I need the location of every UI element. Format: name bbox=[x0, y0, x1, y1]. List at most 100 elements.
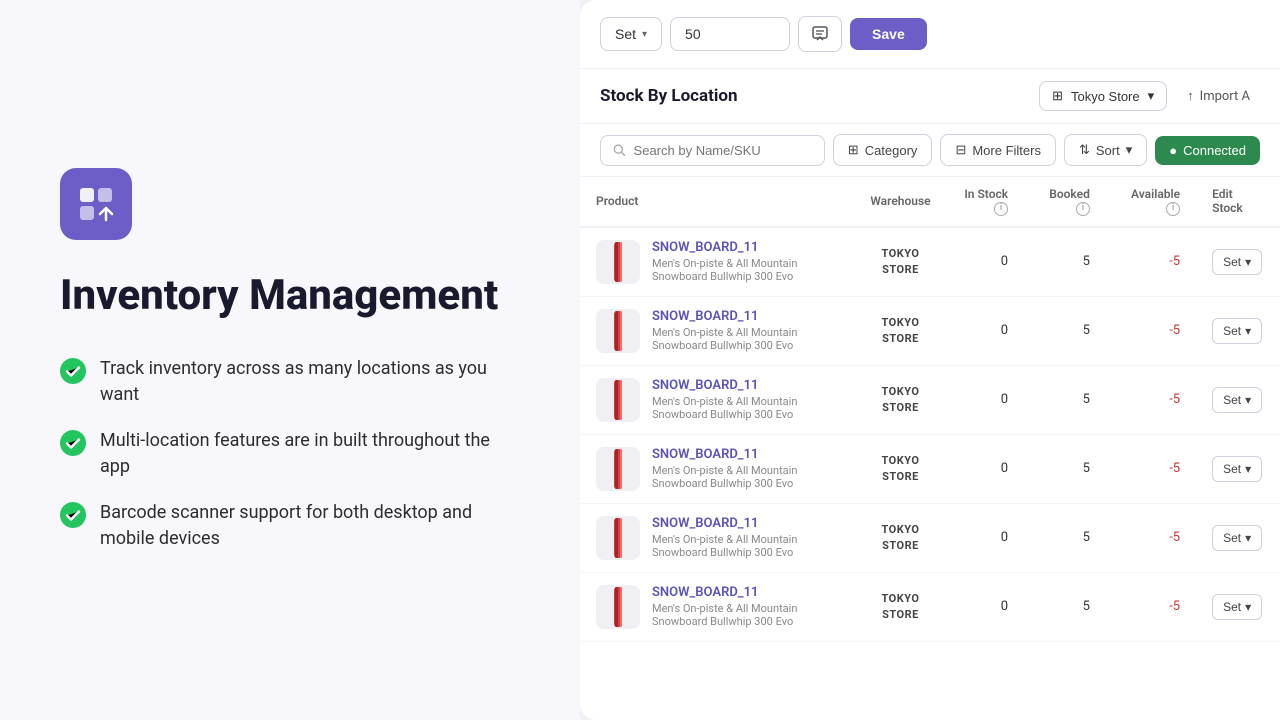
more-filters-button[interactable]: ⊟ More Filters bbox=[940, 134, 1056, 166]
product-name-0: Men's On-piste & All Mountain Snowboard … bbox=[652, 257, 838, 283]
table-row: SNOW_BOARD_11 Men's On-piste & All Mount… bbox=[580, 503, 1280, 572]
product-name-5: Men's On-piste & All Mountain Snowboard … bbox=[652, 602, 838, 628]
cell-in-stock-5: 0 bbox=[947, 572, 1024, 641]
product-sku-3[interactable]: SNOW_BOARD_11 bbox=[652, 447, 838, 462]
cell-warehouse-0: TOKYOSTORE bbox=[854, 227, 946, 297]
product-sku-1[interactable]: SNOW_BOARD_11 bbox=[652, 309, 838, 324]
location-selector[interactable]: ⊞ Tokyo Store ▾ bbox=[1039, 81, 1167, 111]
feature-text-2: Multi-location features are in built thr… bbox=[100, 428, 520, 480]
page-title: Inventory Management bbox=[60, 272, 520, 320]
cell-warehouse-1: TOKYOSTORE bbox=[854, 296, 946, 365]
cell-warehouse-4: TOKYOSTORE bbox=[854, 503, 946, 572]
table-row: SNOW_BOARD_11 Men's On-piste & All Mount… bbox=[580, 434, 1280, 503]
set-stock-button-1[interactable]: Set ▾ bbox=[1212, 318, 1262, 344]
search-box[interactable] bbox=[600, 135, 825, 166]
product-thumbnail-3 bbox=[596, 447, 640, 491]
save-button[interactable]: Save bbox=[850, 18, 927, 50]
cell-booked-0: 5 bbox=[1024, 227, 1106, 297]
location-icon: ⊞ bbox=[1052, 88, 1063, 104]
cell-edit-stock-5: Set ▾ bbox=[1196, 572, 1280, 641]
cell-available-4: -5 bbox=[1106, 503, 1196, 572]
table-row: SNOW_BOARD_11 Men's On-piste & All Mount… bbox=[580, 365, 1280, 434]
set-stock-button-2[interactable]: Set ▾ bbox=[1212, 387, 1262, 413]
cell-edit-stock-2: Set ▾ bbox=[1196, 365, 1280, 434]
feature-list: Track inventory across as many locations… bbox=[60, 356, 520, 553]
product-image-2 bbox=[604, 379, 632, 421]
connected-button[interactable]: ● Connected bbox=[1155, 136, 1260, 165]
inventory-table: Product Warehouse In Stock i Booked i Av bbox=[580, 177, 1280, 642]
available-info-icon: i bbox=[1166, 202, 1180, 216]
warehouse-label-4: TOKYOSTORE bbox=[870, 522, 930, 553]
product-info-4: SNOW_BOARD_11 Men's On-piste & All Mount… bbox=[652, 516, 838, 559]
set-stock-button-4[interactable]: Set ▾ bbox=[1212, 525, 1262, 551]
set-label: Set bbox=[615, 26, 636, 42]
stock-title: Stock By Location bbox=[600, 86, 738, 106]
product-info-1: SNOW_BOARD_11 Men's On-piste & All Mount… bbox=[652, 309, 838, 352]
top-toolbar: Set ▾ Save bbox=[580, 0, 1280, 69]
table-body: SNOW_BOARD_11 Men's On-piste & All Mount… bbox=[580, 227, 1280, 642]
import-icon: ↑ bbox=[1187, 88, 1194, 104]
filter-icon: ⊟ bbox=[955, 142, 966, 158]
category-label: Category bbox=[865, 143, 918, 158]
location-label: Tokyo Store bbox=[1071, 89, 1140, 104]
cell-warehouse-3: TOKYOSTORE bbox=[854, 434, 946, 503]
filter-bar: ⊞ Category ⊟ More Filters ⇅ Sort ▾ ● Con… bbox=[580, 124, 1280, 177]
check-icon-2 bbox=[60, 430, 86, 456]
cell-available-2: -5 bbox=[1106, 365, 1196, 434]
sort-button[interactable]: ⇅ Sort ▾ bbox=[1064, 134, 1147, 166]
search-icon bbox=[613, 143, 626, 157]
check-icon-1 bbox=[60, 358, 86, 384]
feature-item-3: Barcode scanner support for both desktop… bbox=[60, 500, 520, 552]
product-info-5: SNOW_BOARD_11 Men's On-piste & All Mount… bbox=[652, 585, 838, 628]
cell-warehouse-5: TOKYOSTORE bbox=[854, 572, 946, 641]
sort-chevron-icon: ▾ bbox=[1126, 142, 1133, 158]
table-row: SNOW_BOARD_11 Men's On-piste & All Mount… bbox=[580, 572, 1280, 641]
category-button[interactable]: ⊞ Category bbox=[833, 134, 933, 166]
set-dropdown[interactable]: Set ▾ bbox=[600, 17, 662, 51]
product-image-1 bbox=[604, 310, 632, 352]
table-row: SNOW_BOARD_11 Men's On-piste & All Mount… bbox=[580, 227, 1280, 297]
cell-available-5: -5 bbox=[1106, 572, 1196, 641]
set-stock-chevron-icon-2: ▾ bbox=[1245, 393, 1251, 407]
set-stock-button-0[interactable]: Set ▾ bbox=[1212, 249, 1262, 275]
product-sku-4[interactable]: SNOW_BOARD_11 bbox=[652, 516, 838, 531]
set-stock-button-5[interactable]: Set ▾ bbox=[1212, 594, 1262, 620]
search-input[interactable] bbox=[634, 143, 812, 158]
warehouse-label-2: TOKYOSTORE bbox=[870, 384, 930, 415]
set-stock-button-3[interactable]: Set ▾ bbox=[1212, 456, 1262, 482]
sort-label: Sort bbox=[1096, 143, 1120, 158]
quantity-input[interactable] bbox=[670, 17, 790, 51]
product-info-3: SNOW_BOARD_11 Men's On-piste & All Mount… bbox=[652, 447, 838, 490]
cell-available-3: -5 bbox=[1106, 434, 1196, 503]
cell-product-3: SNOW_BOARD_11 Men's On-piste & All Mount… bbox=[580, 434, 854, 503]
warehouse-label-3: TOKYOSTORE bbox=[870, 453, 930, 484]
right-panel: Set ▾ Save Stock By Location ⊞ Tokyo Sto… bbox=[580, 0, 1280, 720]
product-name-2: Men's On-piste & All Mountain Snowboard … bbox=[652, 395, 838, 421]
product-sku-2[interactable]: SNOW_BOARD_11 bbox=[652, 378, 838, 393]
product-name-4: Men's On-piste & All Mountain Snowboard … bbox=[652, 533, 838, 559]
cell-in-stock-1: 0 bbox=[947, 296, 1024, 365]
cell-booked-4: 5 bbox=[1024, 503, 1106, 572]
product-sku-5[interactable]: SNOW_BOARD_11 bbox=[652, 585, 838, 600]
import-button[interactable]: ↑ Import A bbox=[1177, 82, 1260, 110]
product-image-4 bbox=[604, 517, 632, 559]
cell-booked-2: 5 bbox=[1024, 365, 1106, 434]
warehouse-label-5: TOKYOSTORE bbox=[870, 591, 930, 622]
set-stock-chevron-icon-4: ▾ bbox=[1245, 531, 1251, 545]
cell-booked-3: 5 bbox=[1024, 434, 1106, 503]
more-filters-label: More Filters bbox=[972, 143, 1041, 158]
cell-in-stock-3: 0 bbox=[947, 434, 1024, 503]
cell-in-stock-0: 0 bbox=[947, 227, 1024, 297]
table-header: Product Warehouse In Stock i Booked i Av bbox=[580, 177, 1280, 227]
cell-available-1: -5 bbox=[1106, 296, 1196, 365]
left-panel: Inventory Management Track inventory acr… bbox=[0, 0, 580, 720]
product-thumbnail-5 bbox=[596, 585, 640, 629]
col-product: Product bbox=[580, 177, 854, 227]
comment-button[interactable] bbox=[798, 16, 842, 52]
cell-booked-1: 5 bbox=[1024, 296, 1106, 365]
stock-header: Stock By Location ⊞ Tokyo Store ▾ ↑ Impo… bbox=[580, 69, 1280, 124]
connected-dot-icon: ● bbox=[1169, 143, 1177, 158]
warehouse-label-0: TOKYOSTORE bbox=[870, 246, 930, 277]
col-in-stock: In Stock i bbox=[947, 177, 1024, 227]
product-sku-0[interactable]: SNOW_BOARD_11 bbox=[652, 240, 838, 255]
